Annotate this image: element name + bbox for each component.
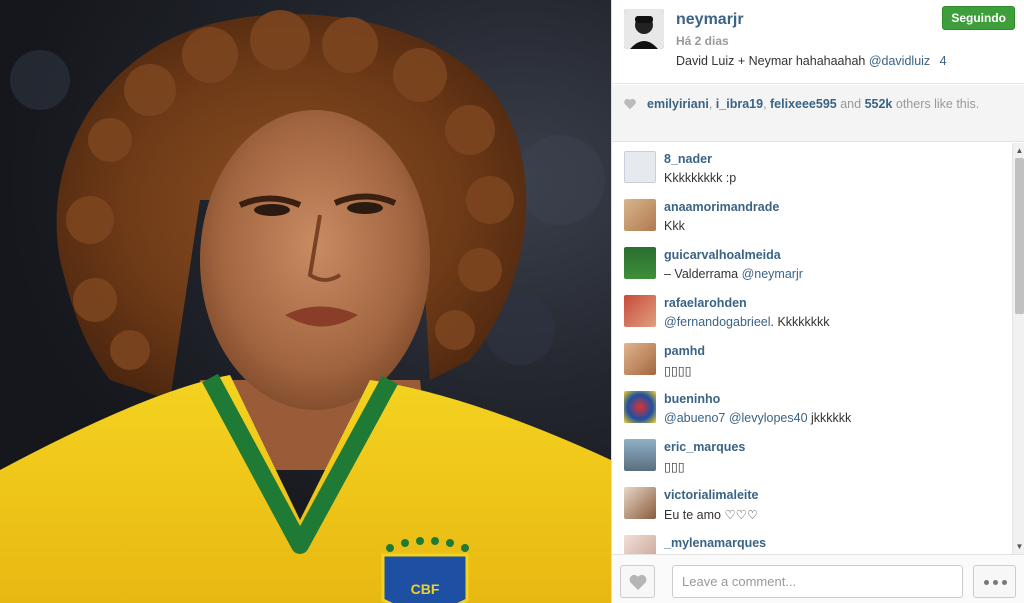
following-button[interactable]: Seguindo [942, 6, 1015, 30]
scroll-thumb[interactable] [1015, 158, 1024, 314]
comment-item: rafaelarohden @fernandogabrieel. Kkkkkkk… [612, 287, 1007, 335]
caption-count[interactable]: 4 [940, 54, 947, 68]
comment-text: @fernandogabrieel. Kkkkkkkk [664, 315, 830, 329]
comment-username[interactable]: anaamorimandrade [664, 200, 779, 214]
post-photo[interactable]: CBF [0, 0, 611, 603]
avatar[interactable] [624, 9, 664, 49]
comments-list: 8_nader Kkkkkkkkk :p anaamorimandrade Kk… [612, 143, 1012, 554]
comment-avatar[interactable] [624, 199, 656, 231]
likes-and: and [840, 97, 862, 111]
comment-username[interactable]: 8_nader [664, 152, 712, 166]
post-username[interactable]: neymarjr [676, 11, 744, 29]
comment-avatar[interactable] [624, 487, 656, 519]
more-button[interactable] [973, 565, 1016, 598]
comment-text: ▯▯▯▯ [664, 364, 692, 378]
comment-input[interactable] [672, 565, 963, 598]
comment-avatar[interactable] [624, 295, 656, 327]
comment-username[interactable]: _mylenamarques [664, 536, 766, 550]
heart-icon [629, 574, 647, 590]
more-icon [993, 580, 998, 585]
liker-3[interactable]: felixeee595 [770, 97, 837, 111]
post-caption: David Luiz + Neymar hahahaahah @davidlui… [676, 54, 947, 68]
likes-count[interactable]: 552k [865, 97, 893, 111]
more-icon [984, 580, 989, 585]
scroll-up-icon[interactable]: ▲ [1015, 146, 1024, 155]
comment-avatar[interactable] [624, 343, 656, 375]
liker-2[interactable]: i_ibra19 [716, 97, 763, 111]
post-time: Há 2 dias [676, 34, 729, 48]
comment-footer [612, 554, 1024, 603]
comment-username[interactable]: victorialimaleite [664, 488, 759, 502]
comment-avatar[interactable] [624, 151, 656, 183]
comment-item: 8_nader Kkkkkkkkk :p [612, 143, 1007, 191]
caption-mention[interactable]: @davidluiz [869, 54, 930, 68]
post-sidebar: neymarjr Há 2 dias David Luiz + Neymar h… [611, 0, 1024, 603]
like-button[interactable] [620, 565, 655, 598]
comment-avatar[interactable] [624, 247, 656, 279]
liker-1[interactable]: emilyiriani [647, 97, 709, 111]
comment-text: Kkkkkkkkk :p [664, 171, 737, 185]
comment-item: guicarvalhoalmeida – Valderrama @neymarj… [612, 239, 1007, 287]
comment-avatar[interactable] [624, 535, 656, 554]
caption-text: David Luiz + Neymar hahahaahah [676, 54, 866, 68]
comment-username[interactable]: eric_marques [664, 440, 745, 454]
comment-item: victorialimaleite Eu te amo ♡♡♡ [612, 479, 1007, 527]
comment-item: eric_marques ▯▯▯ [612, 431, 1007, 479]
likes-section: emilyiriani, i_ibra19, felixeee595 and 5… [612, 85, 1024, 142]
comment-text: – Valderrama @neymarjr [664, 267, 803, 281]
scroll-down-icon[interactable]: ▼ [1015, 542, 1024, 551]
avatar-image [624, 9, 664, 49]
heart-icon [624, 98, 636, 110]
comment-username[interactable]: guicarvalhoalmeida [664, 248, 781, 262]
comment-username[interactable]: rafaelarohden [664, 296, 747, 310]
comment-username[interactable]: bueninho [664, 392, 720, 406]
comment-item: _mylenamarques [612, 527, 1007, 554]
comment-item: bueninho @abueno7 @levylopes40 jkkkkkk [612, 383, 1007, 431]
comment-avatar[interactable] [624, 439, 656, 471]
comment-text: @abueno7 @levylopes40 jkkkkkk [664, 411, 852, 425]
comment-text: Kkk [664, 219, 685, 233]
post-header: neymarjr Há 2 dias David Luiz + Neymar h… [612, 0, 1024, 84]
comments-scrollbar[interactable]: ▲ ▼ [1012, 143, 1024, 554]
comment-item: pamhd ▯▯▯▯ [612, 335, 1007, 383]
comment-item: anaamorimandrade Kkk [612, 191, 1007, 239]
photo-illustration: CBF [0, 10, 611, 603]
svg-text:CBF: CBF [411, 581, 440, 597]
comment-avatar[interactable] [624, 391, 656, 423]
comment-text: Eu te amo ♡♡♡ [664, 508, 759, 522]
comment-username[interactable]: pamhd [664, 344, 705, 358]
likes-text: emilyiriani, i_ibra19, felixeee595 and 5… [647, 97, 980, 111]
likes-rest: others like this. [895, 97, 980, 111]
comment-text: ▯▯▯ [664, 460, 685, 474]
more-icon [1002, 580, 1007, 585]
